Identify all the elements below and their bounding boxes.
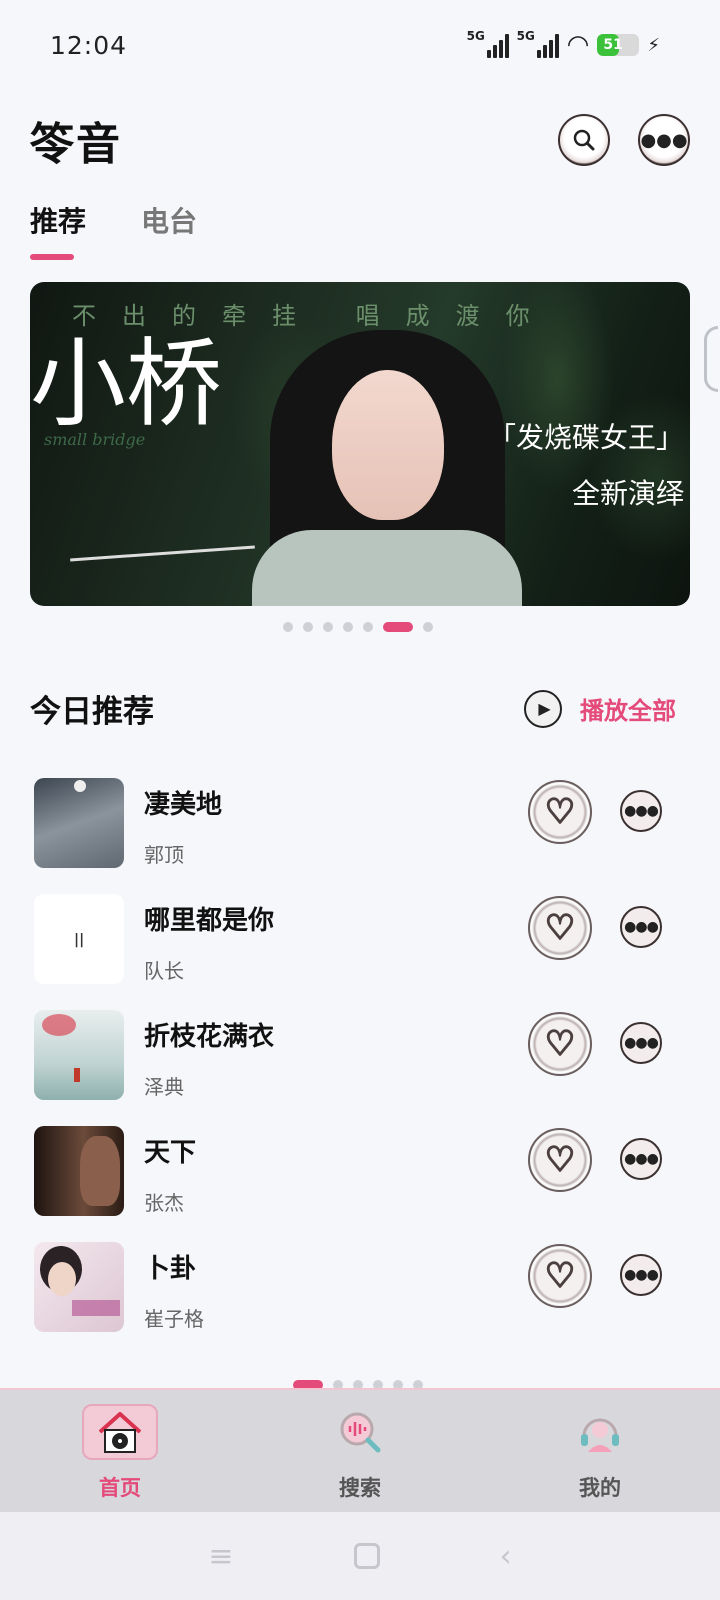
battery-icon: 51 bbox=[597, 34, 640, 56]
heart-icon: ♡ bbox=[544, 1139, 577, 1181]
status-icons: 5G 5G ◠ 51 ⚡︎ bbox=[466, 29, 660, 60]
album-cover bbox=[34, 778, 124, 868]
more-button[interactable]: ●●● bbox=[638, 114, 690, 166]
recent-apps-icon[interactable]: ≡ bbox=[208, 1539, 233, 1574]
nav-label: 首页 bbox=[99, 1476, 141, 1500]
song-artist: 崔子格 bbox=[144, 1307, 204, 1331]
more-icon: ●●● bbox=[624, 1267, 659, 1283]
banner-pagination bbox=[283, 622, 433, 632]
play-all-label: 播放全部 bbox=[580, 697, 676, 725]
like-button[interactable]: ♡ bbox=[528, 1128, 592, 1192]
heart-icon: ♡ bbox=[544, 1023, 577, 1065]
promo-banner[interactable]: 不出的牵挂 唱成渡你 小桥 small bridge 「发烧碟女王」 全新演绎 bbox=[30, 282, 690, 606]
heart-icon: ♡ bbox=[544, 907, 577, 949]
song-more-button[interactable]: ●●● bbox=[620, 1138, 662, 1180]
song-title: 哪里都是你 bbox=[144, 906, 275, 936]
banner-page-dot[interactable] bbox=[343, 622, 353, 632]
signal-label: 5G bbox=[516, 29, 535, 43]
back-icon[interactable]: ‹ bbox=[500, 1539, 512, 1574]
more-icon: ●●● bbox=[640, 129, 688, 151]
tab-recommend[interactable]: 推荐 bbox=[30, 200, 86, 260]
banner-title: 小桥 bbox=[30, 328, 222, 440]
banner-tag-line2: 全新演绎 bbox=[571, 477, 684, 510]
home-record-icon bbox=[82, 1404, 158, 1460]
like-button[interactable]: ♡ bbox=[528, 780, 592, 844]
status-time: 12:04 bbox=[50, 30, 128, 60]
play-all-button[interactable]: ▶ 播放全部 bbox=[524, 689, 676, 728]
heart-icon: ♡ bbox=[544, 1255, 577, 1297]
banner-page-dot[interactable] bbox=[323, 622, 333, 632]
app-header: 笭音 ●●● bbox=[30, 110, 690, 170]
like-button[interactable]: ♡ bbox=[528, 1012, 592, 1076]
more-icon: ●●● bbox=[624, 803, 659, 819]
search-waveform-icon bbox=[322, 1404, 398, 1460]
signal-icon: 5G bbox=[466, 29, 509, 58]
nav-label: 搜索 bbox=[339, 1476, 381, 1500]
banner-tag-line1: 「发烧碟女王」 bbox=[487, 421, 684, 454]
album-cover bbox=[34, 1010, 124, 1100]
more-icon: ●●● bbox=[624, 1035, 659, 1051]
system-nav-bar: ≡ ‹ bbox=[0, 1512, 720, 1600]
list-item[interactable]: || 哪里都是你 队长 ♡ ●●● bbox=[34, 894, 674, 1010]
section-title: 今日推荐 bbox=[30, 694, 154, 730]
song-title: 凄美地 bbox=[144, 790, 223, 820]
heart-icon: ♡ bbox=[544, 791, 577, 833]
more-icon: ●●● bbox=[624, 1151, 659, 1167]
banner-page-dot[interactable] bbox=[423, 622, 433, 632]
battery-level: 51 bbox=[603, 37, 623, 53]
signal-icon: 5G bbox=[516, 29, 559, 58]
wifi-icon: ◠ bbox=[566, 30, 590, 60]
list-item[interactable]: 卜卦 崔子格 ♡ ●●● bbox=[34, 1242, 674, 1358]
banner-page-dot[interactable] bbox=[303, 622, 313, 632]
banner-page-dot[interactable] bbox=[383, 622, 413, 632]
like-button[interactable]: ♡ bbox=[528, 1244, 592, 1308]
more-icon: ●●● bbox=[624, 919, 659, 935]
nav-search[interactable]: 搜索 bbox=[240, 1390, 480, 1512]
search-button[interactable] bbox=[558, 114, 610, 166]
charging-icon: ⚡︎ bbox=[647, 34, 660, 56]
side-handle[interactable] bbox=[704, 326, 718, 392]
headphones-user-icon bbox=[562, 1404, 638, 1460]
list-item[interactable]: 折枝花满衣 泽典 ♡ ●●● bbox=[34, 1010, 674, 1126]
song-artist: 泽典 bbox=[144, 1075, 184, 1099]
tab-radio[interactable]: 电台 bbox=[141, 200, 197, 260]
like-button[interactable]: ♡ bbox=[528, 896, 592, 960]
home-icon[interactable] bbox=[353, 1543, 380, 1569]
app-title: 笭音 bbox=[30, 119, 122, 170]
banner-page-dot[interactable] bbox=[283, 622, 293, 632]
bottom-nav: 首页 搜索 我的 bbox=[0, 1388, 720, 1512]
play-icon: ▶ bbox=[524, 689, 562, 728]
song-artist: 张杰 bbox=[144, 1191, 184, 1215]
song-more-button[interactable]: ●●● bbox=[620, 790, 662, 832]
tab-bar: 推荐 电台 bbox=[30, 200, 197, 260]
banner-tagline: 「发烧碟女王」 全新演绎 bbox=[488, 410, 684, 522]
search-icon bbox=[573, 129, 595, 151]
song-artist: 队长 bbox=[144, 959, 184, 983]
nav-home[interactable]: 首页 bbox=[0, 1390, 240, 1512]
song-more-button[interactable]: ●●● bbox=[620, 1022, 662, 1064]
banner-page-dot[interactable] bbox=[363, 622, 373, 632]
song-title: 天下 bbox=[144, 1138, 197, 1168]
album-cover bbox=[34, 1242, 124, 1332]
album-cover: || bbox=[34, 894, 124, 984]
signal-label: 5G bbox=[466, 29, 485, 43]
banner-lyric-text: 不出的牵挂 唱成渡你 bbox=[72, 302, 556, 330]
song-title: 卜卦 bbox=[144, 1254, 197, 1284]
nav-label: 我的 bbox=[579, 1476, 621, 1500]
list-item[interactable]: 凄美地 郭顶 ♡ ●●● bbox=[34, 778, 674, 894]
header-actions: ●●● bbox=[558, 114, 690, 166]
status-bar: 12:04 5G 5G ◠ 51 ⚡︎ bbox=[0, 0, 720, 90]
today-section-header: 今日推荐 ▶ 播放全部 bbox=[30, 686, 676, 731]
nav-profile[interactable]: 我的 bbox=[480, 1390, 720, 1512]
banner-script-text: small bridge bbox=[44, 430, 146, 449]
song-artist: 郭顶 bbox=[144, 843, 184, 867]
song-title: 折枝花满衣 bbox=[144, 1022, 275, 1052]
banner-artist-photo bbox=[252, 330, 522, 606]
song-list: 凄美地 郭顶 ♡ ●●● || 哪里都是你 队长 ♡ ●●● 折枝花满衣 泽典 … bbox=[34, 778, 674, 1358]
song-more-button[interactable]: ●●● bbox=[620, 906, 662, 948]
album-cover bbox=[34, 1126, 124, 1216]
song-more-button[interactable]: ●●● bbox=[620, 1254, 662, 1296]
list-item[interactable]: 天下 张杰 ♡ ●●● bbox=[34, 1126, 674, 1242]
